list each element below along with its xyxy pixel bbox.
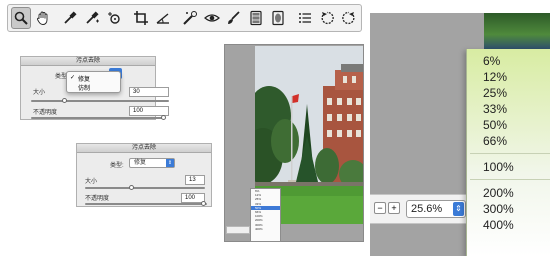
spot-removal-icon [183,11,197,25]
radial-filter-icon [272,10,284,26]
mini-zoom-control [226,226,250,234]
crop-icon [134,11,148,25]
zoom-control-bar: − + 25.6% ⇕ [370,194,470,224]
spot-removal-panel-2: 污点去除 类型: 修复 ⇕ 大小 13 不透明度 100 [76,143,212,207]
zoom-dropdown-menu: 6% 12% 25% 33% 50% 66% 100% 200% 300% 40… [466,49,550,256]
spot-removal-tool-button[interactable] [180,7,200,29]
size-slider-track[interactable] [31,100,169,102]
rotate-right-button[interactable] [339,7,359,29]
photo-thumb-strip [484,13,550,49]
opacity-slider-knob[interactable] [201,201,206,206]
dropdown-option-clone[interactable]: 仿制 [78,83,90,92]
select-stepper-icon: ⇕ [453,202,464,216]
zoom-option[interactable]: 66% [483,134,507,148]
eyedropper-icon [64,11,77,24]
zoom-option[interactable]: 300% [483,202,514,216]
adjustment-brush-tool-button[interactable] [224,7,244,29]
target-icon [108,12,120,24]
zoom-option[interactable]: 50% [483,118,507,132]
targeted-adjust-tool-button[interactable] [104,7,124,29]
radial-filter-tool-button[interactable] [268,7,288,29]
select-stepper-icon: ⇕ [166,159,174,167]
hand-tool-button[interactable] [33,7,53,29]
menu-separator [470,153,550,154]
zoom-option[interactable]: 6% [483,54,500,68]
size-value-field[interactable]: 30 [129,87,169,97]
red-eye-icon [204,14,220,22]
graduated-filter-icon [250,10,262,26]
mini-menu-item[interactable]: 400% [251,227,280,231]
type-dropdown-menu: ✓ 修复 仿制 [66,71,121,93]
panel-title: 污点去除 [77,144,211,153]
brush-icon [228,11,240,24]
crop-tool-button[interactable] [131,7,151,29]
hand-icon [37,11,48,25]
type-label: 类型: [110,163,124,169]
zoom-level-value: 25.6% [411,203,443,215]
straighten-icon [156,13,169,24]
zoom-option[interactable]: 400% [483,218,514,232]
mini-zoom-menu: 6% 12% 25% 33% 50% 66% 100% 200% 300% 40… [250,188,281,242]
rotate-right-icon [342,11,355,25]
opacity-slider-track[interactable] [31,117,163,119]
panel-title: 污点去除 [21,57,155,66]
zoom-icon [14,11,28,25]
eyedropper-tool-button[interactable] [60,7,80,29]
opacity-slider-track[interactable] [85,203,207,205]
opacity-label: 不透明度 [85,196,110,202]
tool-strip [7,4,362,32]
zoom-tool-button[interactable] [11,7,31,29]
list-button[interactable] [295,7,315,29]
red-eye-tool-button[interactable] [202,7,222,29]
rotate-left-button[interactable] [317,7,337,29]
opacity-slider-knob[interactable] [161,115,166,120]
size-slider-knob[interactable] [129,185,134,190]
size-slider-knob[interactable] [62,98,67,103]
color-sampler-icon [86,11,99,24]
opacity-label: 不透明度 [33,110,58,116]
size-value-field[interactable]: 13 [185,175,205,185]
zoom-option[interactable]: 25% [483,86,507,100]
rotate-left-icon [321,11,334,25]
zoom-option[interactable]: 33% [483,102,507,116]
zoom-option[interactable]: 200% [483,186,514,200]
zoom-option[interactable]: 100% [483,160,514,174]
color-sampler-tool-button[interactable] [82,7,102,29]
zoom-option[interactable]: 12% [483,70,507,84]
zoom-out-button[interactable]: − [374,202,386,214]
type-select[interactable]: 修复 ⇕ [129,158,175,168]
checkmark-icon: ✓ [70,75,76,81]
zoom-level-select[interactable]: 25.6% ⇕ [406,200,466,218]
size-label: 大小 [33,90,46,96]
size-slider-track[interactable] [85,187,205,189]
list-icon [299,13,311,23]
straighten-tool-button[interactable] [153,7,173,29]
graduated-filter-tool-button[interactable] [246,7,266,29]
zoom-in-button[interactable]: + [388,202,400,214]
menu-separator [470,179,550,180]
size-label: 大小 [85,179,98,185]
